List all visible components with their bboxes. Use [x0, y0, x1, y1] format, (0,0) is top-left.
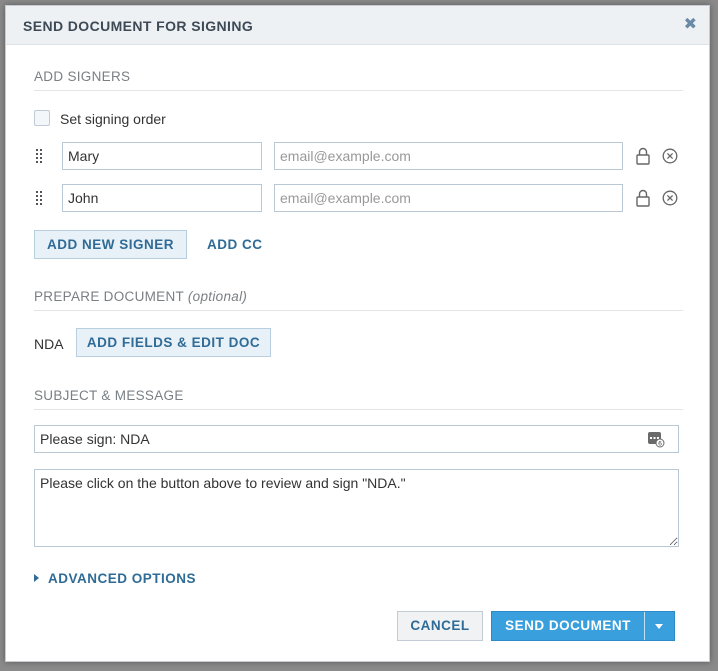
- add-signers-heading: ADD SIGNERS: [34, 69, 131, 84]
- signer-row: [34, 142, 684, 170]
- signer-email-input[interactable]: [274, 184, 623, 212]
- dialog-titlebar: SEND DOCUMENT FOR SIGNING ✖: [6, 6, 709, 45]
- send-options-dropdown[interactable]: [645, 612, 674, 640]
- divider: [34, 409, 683, 410]
- signing-order-checkbox[interactable]: [34, 110, 50, 126]
- message-textarea[interactable]: Please click on the button above to revi…: [34, 469, 679, 547]
- insert-variable-icon[interactable]: 6: [647, 430, 665, 448]
- lock-icon[interactable]: [636, 147, 650, 165]
- advanced-options-label: ADVANCED OPTIONS: [48, 571, 197, 586]
- send-document-button-group: SEND DOCUMENT: [491, 611, 675, 641]
- signer-name-input[interactable]: [62, 184, 262, 212]
- signer-email-input[interactable]: [274, 142, 623, 170]
- divider: [34, 90, 683, 91]
- dialog-title: SEND DOCUMENT FOR SIGNING: [23, 18, 254, 34]
- drag-handle-icon[interactable]: [34, 148, 44, 164]
- document-name: NDA: [34, 336, 64, 352]
- lock-icon[interactable]: [636, 189, 650, 207]
- close-icon[interactable]: ✖: [684, 14, 697, 34]
- signing-order-label[interactable]: Set signing order: [60, 111, 166, 127]
- prepare-document-label: PREPARE DOCUMENT: [34, 289, 184, 304]
- chevron-down-icon: [655, 624, 663, 629]
- add-cc-link[interactable]: ADD CC: [207, 237, 263, 252]
- advanced-options-toggle[interactable]: ADVANCED OPTIONS: [34, 571, 196, 586]
- drag-handle-icon[interactable]: [34, 190, 44, 206]
- prepare-document-heading: PREPARE DOCUMENT (optional): [34, 289, 247, 304]
- subject-input[interactable]: [34, 425, 679, 453]
- caret-right-icon: [34, 574, 39, 583]
- cancel-button[interactable]: CANCEL: [397, 611, 483, 641]
- optional-label: (optional): [187, 289, 248, 304]
- remove-signer-icon[interactable]: [662, 148, 678, 164]
- add-new-signer-button[interactable]: ADD NEW SIGNER: [34, 230, 187, 259]
- subject-message-heading: SUBJECT & MESSAGE: [34, 388, 184, 403]
- add-fields-edit-doc-button[interactable]: ADD FIELDS & EDIT DOC: [76, 328, 271, 357]
- signer-name-input[interactable]: [62, 142, 262, 170]
- signer-row: [34, 184, 684, 212]
- divider: [34, 310, 683, 311]
- remove-signer-icon[interactable]: [662, 190, 678, 206]
- send-document-button[interactable]: SEND DOCUMENT: [492, 612, 644, 640]
- send-document-dialog: SEND DOCUMENT FOR SIGNING ✖ ADD SIGNERS …: [5, 5, 710, 662]
- svg-text:6: 6: [658, 440, 662, 447]
